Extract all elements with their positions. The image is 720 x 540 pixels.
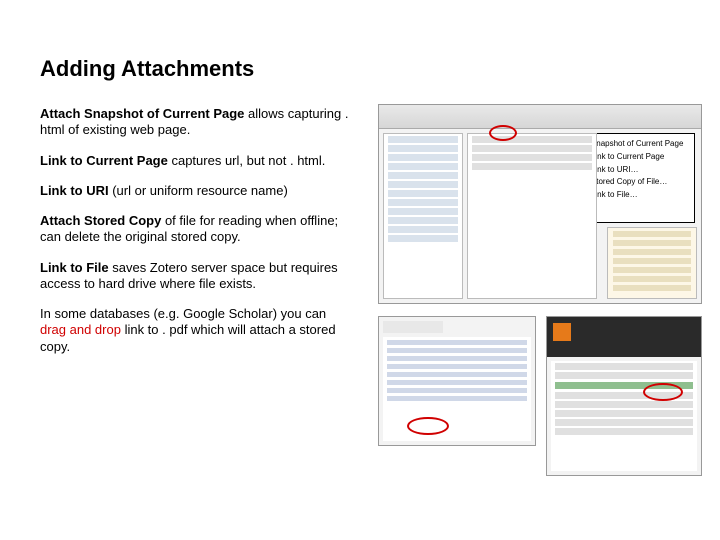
term-link-current: Link to Current Page <box>40 153 168 168</box>
annotation-circle-gs <box>407 417 449 435</box>
annotation-circle-elsevier <box>643 383 683 401</box>
para-link-current: Link to Current Page captures url, but n… <box>40 153 350 169</box>
library-pane <box>383 133 463 299</box>
body-text: Attach Snapshot of Current Page allows c… <box>40 106 350 369</box>
info-pane <box>607 227 697 299</box>
term-stored-copy: Attach Stored Copy <box>40 213 161 228</box>
toolbar-placeholder <box>379 105 701 129</box>
gs-logo-placeholder <box>383 321 443 333</box>
term-link-uri: Link to URI <box>40 183 109 198</box>
screenshot-google-scholar <box>378 316 536 446</box>
para-link-uri: Link to URI (url or uniform resource nam… <box>40 183 350 199</box>
para-stored-copy: Attach Stored Copy of file for reading w… <box>40 213 350 246</box>
screenshot-elsevier <box>546 316 702 476</box>
desc-link-uri: (url or uniform resource name) <box>109 183 288 198</box>
screenshot-zotero-main: Attach Snapshot of Current Page Attach L… <box>378 104 702 304</box>
elsevier-body <box>551 361 697 471</box>
para-drag-drop: In some databases (e.g. Google Scholar) … <box>40 306 350 355</box>
term-snapshot: Attach Snapshot of Current Page <box>40 106 244 121</box>
drag-drop-highlight: drag and drop <box>40 322 121 337</box>
drag-drop-pre: In some databases (e.g. Google Scholar) … <box>40 306 326 321</box>
elsevier-header <box>547 317 701 357</box>
gs-results <box>383 337 531 441</box>
term-link-file: Link to File <box>40 260 109 275</box>
items-pane <box>467 133 597 299</box>
elsevier-logo-icon <box>553 323 571 341</box>
desc-link-current: captures url, but not . html. <box>168 153 326 168</box>
para-link-file: Link to File saves Zotero server space b… <box>40 260 350 293</box>
para-snapshot: Attach Snapshot of Current Page allows c… <box>40 106 350 139</box>
page-title: Adding Attachments <box>40 56 254 82</box>
annotation-circle-main <box>489 125 517 141</box>
